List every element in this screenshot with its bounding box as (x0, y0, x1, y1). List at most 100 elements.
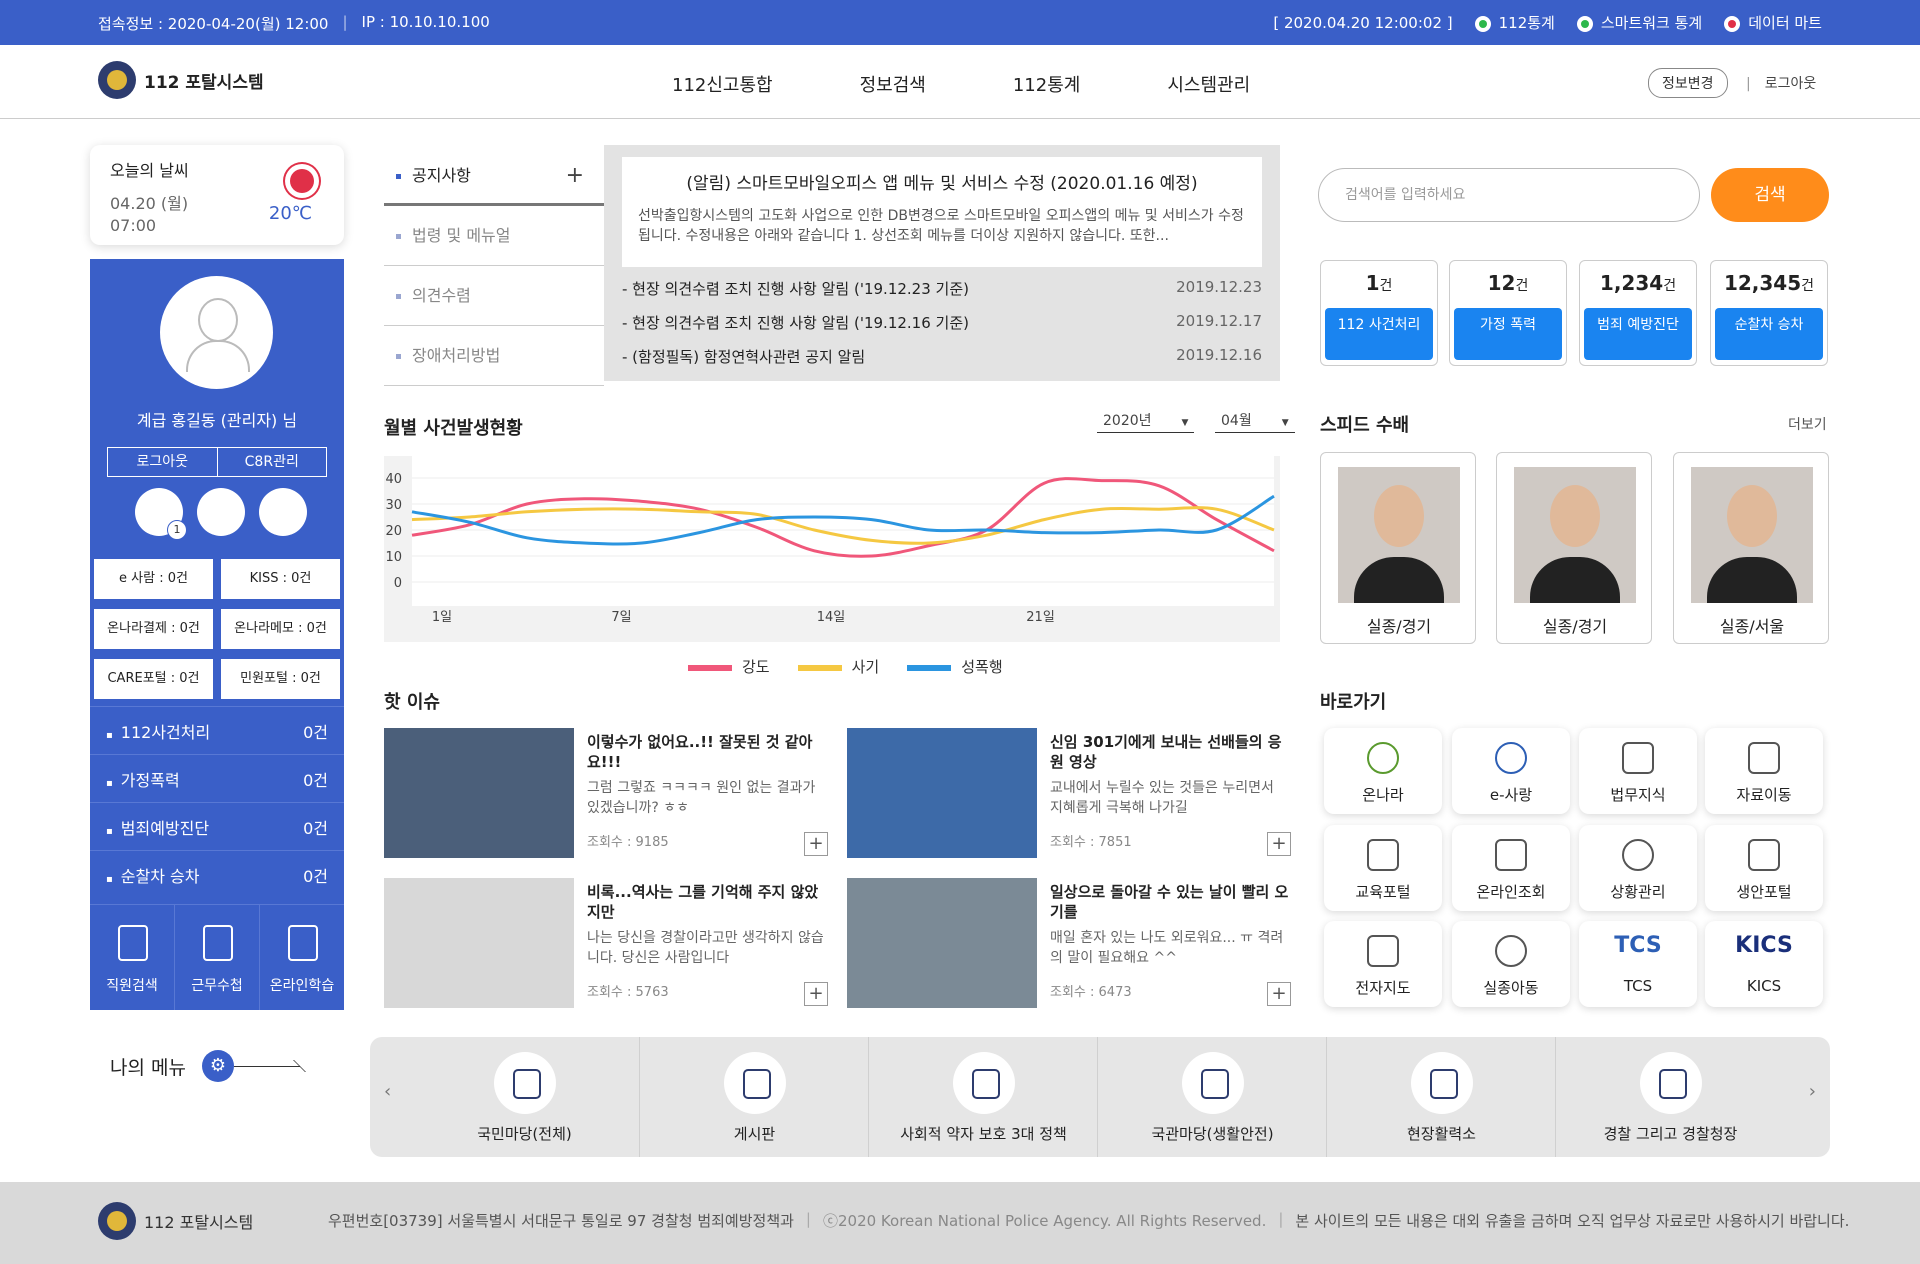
shortcut-e-map[interactable]: 전자지도 (1324, 921, 1442, 1007)
list-item[interactable]: 112사건처리0건 (90, 706, 344, 754)
footer-notice: 본 사이트의 모든 내용은 대외 유출을 금하며 오직 업무상 자료로만 사용하… (1295, 1212, 1850, 1230)
more-link[interactable]: 더보기 (1788, 414, 1827, 434)
chart-svg: 0 10 20 30 40 1일 7일 14일 21일 (385, 456, 1275, 625)
shortcut-tcs[interactable]: TCS TCS (1579, 921, 1697, 1007)
issue-card[interactable]: 신임 301기에게 보내는 선배들의 응원 영상 교내에서 누릴수 있는 것들은 … (847, 728, 1291, 858)
link-112-stats[interactable]: 112통계 (1474, 12, 1555, 33)
plus-icon[interactable]: + (804, 982, 828, 1006)
counter-onnara-approval[interactable]: 온나라결제 : 0건 (94, 609, 213, 649)
plus-icon[interactable]: + (804, 832, 828, 856)
notice-main[interactable]: (알림) 스마트모바일오피스 앱 메뉴 및 서비스 수정 (2020.01.16… (622, 157, 1262, 267)
issue-card[interactable]: 비록...역사는 그를 기억해 주지 않았지만 나는 당신을 경찰이라고만 생각하… (384, 878, 828, 1008)
tab-opinion[interactable]: 의견수렴 (384, 266, 604, 326)
admin-button[interactable]: C8R관리 (216, 448, 327, 476)
notice-tabs: 공지사항 + 법령 및 메뉴얼 의견수렴 장애처리방법 (384, 146, 604, 386)
shortcut-online-inquiry[interactable]: 온라인조회 (1452, 825, 1570, 911)
stat-patrol-car[interactable]: 12,345건 순찰차 승차 (1710, 260, 1828, 366)
list-item[interactable]: 순찰차 승차0건 (90, 850, 344, 898)
notice-panel: (알림) 스마트모바일오피스 앱 메뉴 및 서비스 수정 (2020.01.16… (604, 145, 1280, 381)
site-logo[interactable]: 112 포탈시스템 (98, 61, 264, 99)
list-item[interactable]: 범죄예방진단0건 (90, 802, 344, 850)
tab-law-manual[interactable]: 법령 및 메뉴얼 (384, 206, 604, 266)
plus-icon[interactable]: + (566, 146, 584, 206)
gear-icon[interactable]: ⚙ (201, 1050, 234, 1082)
counter-care-portal[interactable]: CARE포털 : 0건 (94, 659, 213, 699)
person-photo (1514, 467, 1636, 603)
chevron-left-icon[interactable]: ‹ (384, 1081, 391, 1102)
banner-item[interactable]: 현장활력소 (1326, 1037, 1555, 1157)
wanted-card[interactable]: 실종/경기 (1320, 452, 1476, 644)
banner-item[interactable]: 사회적 약자 보호 3대 정책 (868, 1037, 1097, 1157)
list-item[interactable]: - 현장 의견수렴 조치 진행 사항 알림 ('19.12.16 기준) 2019… (622, 312, 1262, 333)
police-officer-icon (1182, 1052, 1244, 1114)
issue-image (847, 878, 1037, 1008)
link-smartwork-stats[interactable]: 스마트워크 통계 (1576, 12, 1702, 33)
counter-onnara-memo[interactable]: 온나라메모 : 0건 (221, 609, 340, 649)
wanted-card[interactable]: 실종/경기 (1496, 452, 1652, 644)
counter-esaram[interactable]: e 사람 : 0건 (94, 559, 213, 599)
shortcut-missing-child[interactable]: 실종아동 (1452, 921, 1570, 1007)
search-input[interactable]: 검색어를 입력하세요 (1318, 168, 1700, 222)
shortcut-data-transfer[interactable]: 자료이동 (1705, 728, 1823, 814)
plus-icon[interactable]: + (1267, 982, 1291, 1006)
edit-info-button[interactable]: 정보변경 (1648, 68, 1728, 98)
police-emblem-icon (1640, 1052, 1702, 1114)
shortcut-safety-portal[interactable]: 생안포털 (1705, 825, 1823, 911)
staff-search-button[interactable]: 직원검색 (90, 905, 174, 1010)
plus-icon[interactable]: + (1267, 832, 1291, 856)
shortcut-onnara[interactable]: 온나라 (1324, 728, 1442, 814)
header: 112 포탈시스템 112신고통합 정보검색 112통계 시스템관리 정보변경 … (0, 45, 1920, 119)
user-settings-icon[interactable] (259, 488, 307, 536)
map-icon (1367, 935, 1399, 967)
banner-item[interactable]: 게시판 (639, 1037, 868, 1157)
year-select[interactable]: 2020년 (1097, 408, 1195, 433)
search-button[interactable]: 검색 (1711, 168, 1829, 222)
nav-system-admin[interactable]: 시스템관리 (1167, 71, 1250, 97)
my-menu[interactable]: 나의 메뉴 ⚙ (110, 1050, 300, 1082)
list-item[interactable]: - (함정필독) 함정연혁사관련 공지 알림 2019.12.16 (622, 346, 1262, 367)
weather-widget: 오늘의 날씨 04.20 (월) 07:00 20℃ (90, 145, 344, 245)
bar-chart-icon (1495, 839, 1527, 871)
issue-image (384, 728, 574, 858)
month-select[interactable]: 04월 (1215, 408, 1295, 433)
access-info: 접속정보 : 2020-04-20(월) 12:00 (98, 15, 329, 33)
logout-link[interactable]: 로그아웃 (1746, 73, 1817, 93)
list-item[interactable]: - 현장 의견수렴 조치 진행 사항 알림 ('19.12.23 기준) 2019… (622, 278, 1262, 299)
y-tick-label: 0 (394, 576, 402, 591)
shortcut-situation[interactable]: 상황관리 (1579, 825, 1697, 911)
counter-kiss[interactable]: KISS : 0건 (221, 559, 340, 599)
chevron-right-icon[interactable]: › (1809, 1081, 1816, 1102)
tab-failure-handling[interactable]: 장애처리방법 (384, 326, 604, 386)
banner-item[interactable]: 국민마당(전체) (410, 1037, 639, 1157)
book-icon (1622, 742, 1654, 774)
list-item[interactable]: 가정폭력0건 (90, 754, 344, 802)
sun-icon (290, 169, 314, 193)
stat-crime-prevention[interactable]: 1,234건 범죄 예방진단 (1579, 260, 1697, 366)
x-tick-label: 1일 (432, 610, 452, 625)
tab-notice[interactable]: 공지사항 + (384, 146, 604, 206)
banner-item[interactable]: 국관마당(생활안전) (1097, 1037, 1326, 1157)
online-learning-button[interactable]: 온라인학습 (259, 905, 344, 1010)
shortcut-esarang[interactable]: e-사랑 (1452, 728, 1570, 814)
link-data-mart[interactable]: 데이터 마트 (1724, 12, 1822, 33)
counter-civil-portal[interactable]: 민원포털 : 0건 (221, 659, 340, 699)
legend-fraud: 사기 (797, 656, 879, 677)
profile-logout-button[interactable]: 로그아웃 (108, 448, 217, 476)
nav-112-report[interactable]: 112신고통합 (672, 71, 773, 97)
shortcut-law[interactable]: 법무지식 (1579, 728, 1697, 814)
legend-sexual-assault: 성폭행 (907, 656, 1003, 677)
nav-112-stats[interactable]: 112통계 (1013, 71, 1080, 97)
wanted-card[interactable]: 실종/서울 (1673, 452, 1829, 644)
shortcut-education[interactable]: 교육포털 (1324, 825, 1442, 911)
mail-icon[interactable]: 1 (135, 488, 187, 540)
issue-card[interactable]: 일상으로 돌아갈 수 있는 날이 빨리 오기를 매일 혼자 있는 나도 외로워요.… (847, 878, 1291, 1008)
stat-112-case[interactable]: 1건 112 사건처리 (1320, 260, 1438, 366)
banner-item[interactable]: 경찰 그리고 경찰청장 (1555, 1037, 1784, 1157)
shortcut-kics[interactable]: KICS KICS (1705, 921, 1823, 1007)
nav-info-search[interactable]: 정보검색 (860, 71, 926, 97)
work-notebook-button[interactable]: 근무수첩 (174, 905, 259, 1010)
notebook-icon (203, 925, 233, 961)
issue-card[interactable]: 이렇수가 없어요..!! 잘못된 것 같아요!!! 그럼 그렇죠 ㅋㅋㅋㅋ 원인 … (384, 728, 828, 858)
chat-icon[interactable] (197, 488, 245, 536)
stat-domestic-violence[interactable]: 12건 가정 폭력 (1449, 260, 1567, 366)
